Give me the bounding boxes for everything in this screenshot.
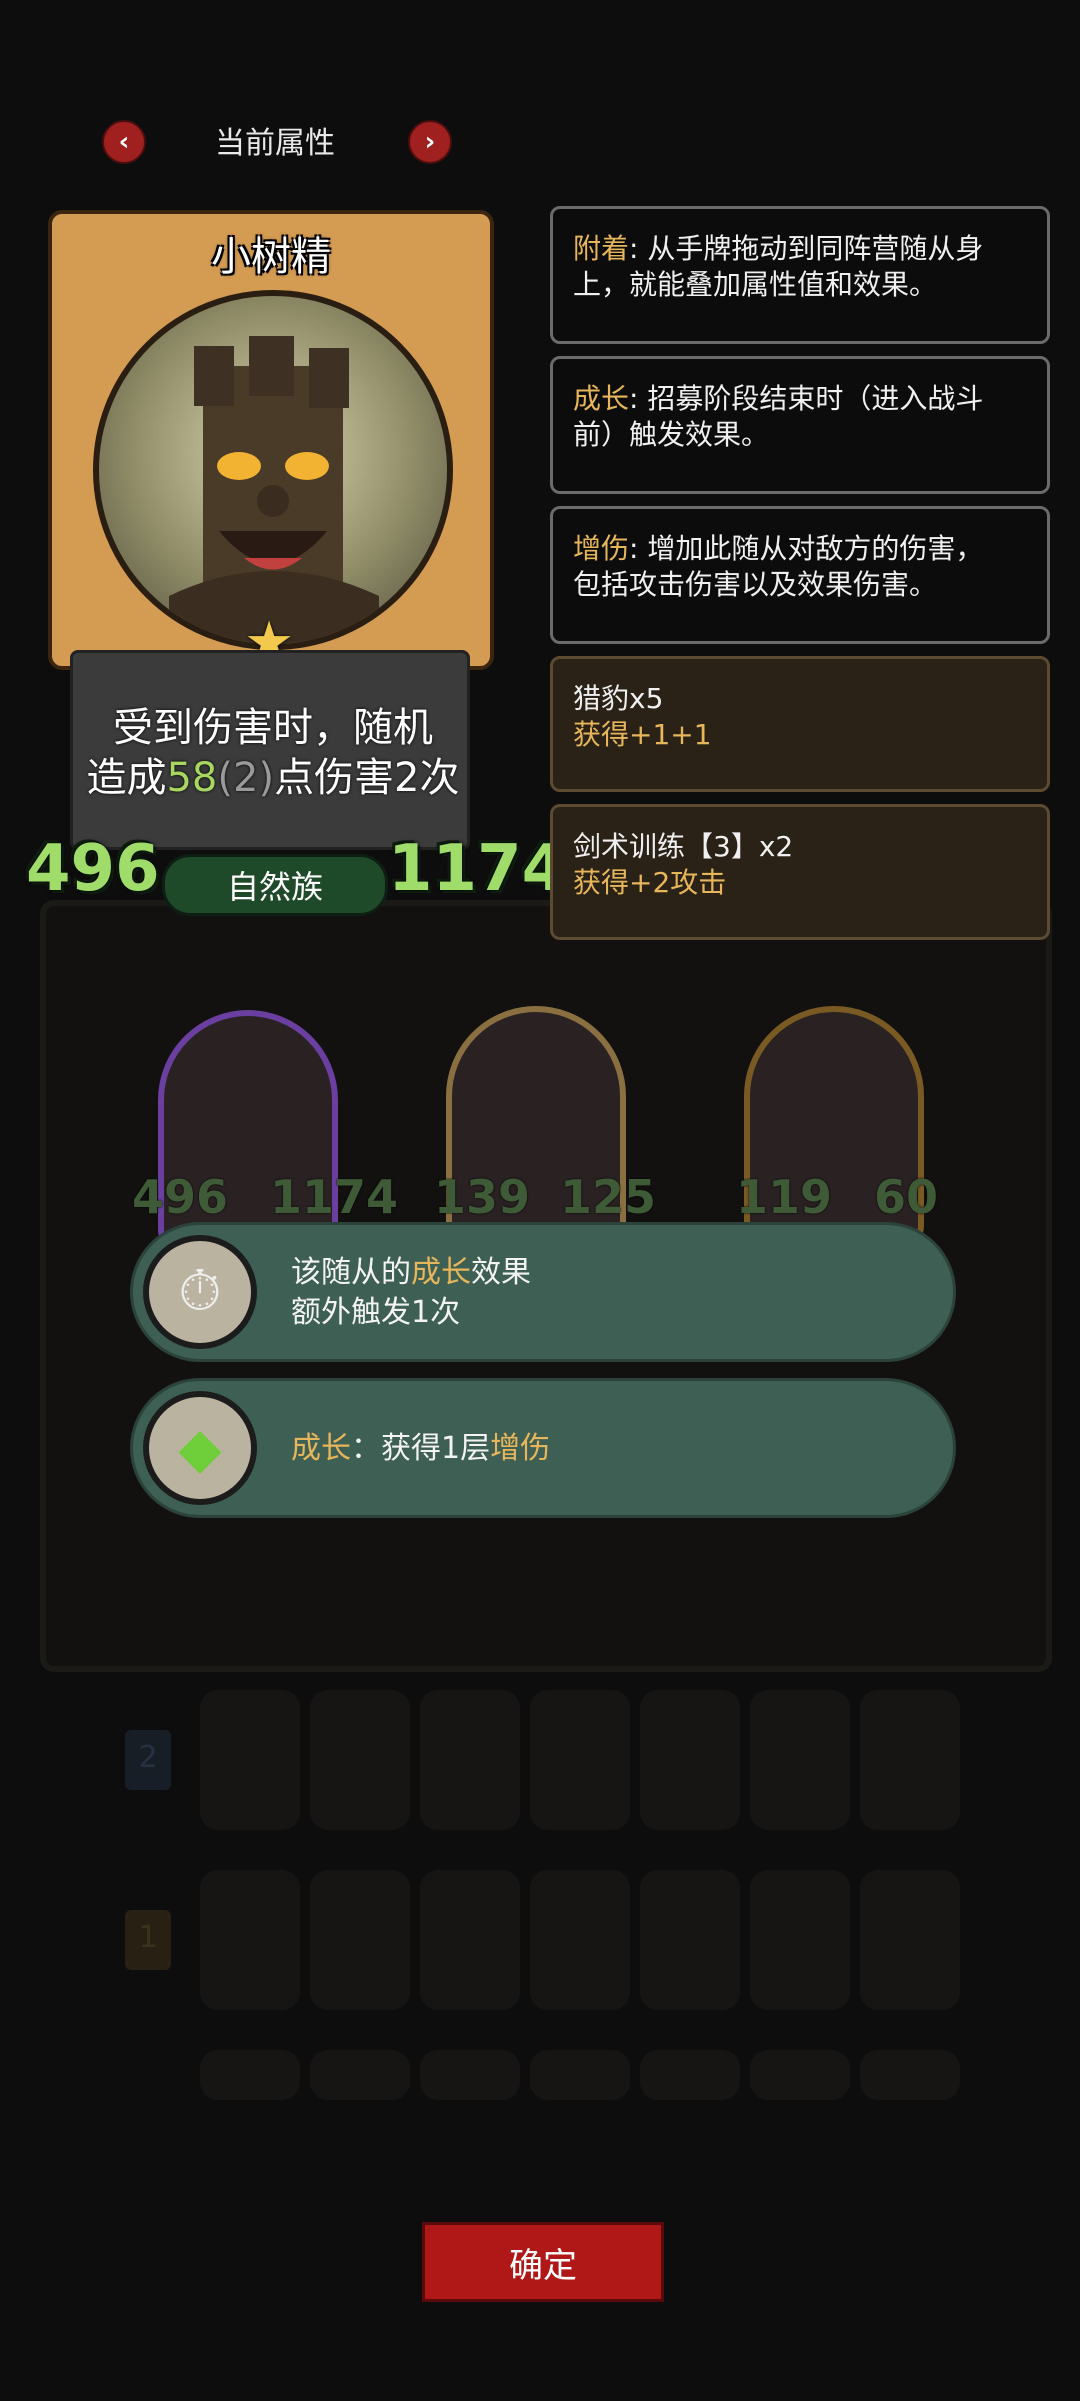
minion-card: 小树精 ★ 受到伤害时，随机 造成58(2)点伤害2次: [48, 210, 494, 910]
board-minion-1-attack: 496: [132, 1170, 229, 1224]
card-name: 小树精: [211, 234, 331, 280]
tier-tag-2: 2: [138, 1740, 158, 1775]
confirm-label: 确定: [509, 2245, 577, 2286]
popup-1-text: 该随从的成长效果 额外触发1次: [291, 1255, 531, 1330]
buff-panel-sword-training: 剑术训练【3】x2 获得+2攻击: [550, 804, 1050, 940]
green-crystal-icon: ◆: [143, 1391, 257, 1505]
board-minion-3-health: 60: [874, 1170, 939, 1224]
next-button[interactable]: ›: [408, 120, 452, 164]
prev-button[interactable]: ‹: [102, 120, 146, 164]
chevron-left-icon: ‹: [118, 127, 130, 157]
tribe-badge: 自然族: [162, 854, 388, 916]
confirm-button[interactable]: 确定: [422, 2222, 664, 2302]
keyword-panel-attach: 附着: 从手牌拖动到同阵营随从身 上，就能叠加属性值和效果。: [550, 206, 1050, 344]
board-minion-2-health: 125: [560, 1170, 657, 1224]
board-minion-3-attack: 119: [736, 1170, 833, 1224]
treant-portrait: [93, 290, 453, 650]
damage-value: 58: [166, 755, 218, 801]
tier-tag-1: 1: [138, 1920, 158, 1955]
buff-panel-cheetah: 猎豹x5 获得+1+1: [550, 656, 1050, 792]
chevron-right-icon: ›: [424, 127, 436, 157]
background-shop-rows: 2 1: [95, 1660, 985, 2110]
page-title: 当前属性: [215, 126, 335, 161]
attack-stat: 496: [26, 832, 160, 906]
board-minion-1-health: 1174: [270, 1170, 399, 1224]
treant-face-icon: [169, 336, 379, 644]
keyword-panel-damage-boost: 增伤: 增加此随从对敌方的伤害， 包括攻击伤害以及效果伤害。: [550, 506, 1050, 644]
stopwatch-icon: ⏱: [143, 1235, 257, 1349]
keyword-panel-growth: 成长: 招募阶段结束时（进入战斗 前）触发效果。: [550, 356, 1050, 494]
health-stat: 1174: [388, 832, 567, 906]
effect-popup-growth-damage: ◆ 成长：获得1层增伤: [130, 1378, 956, 1518]
desc-line-2: 造成58(2)点伤害2次: [86, 755, 460, 801]
popup-2-text: 成长：获得1层增伤: [291, 1431, 551, 1466]
board-minion-2-attack: 139: [434, 1170, 531, 1224]
effect-popup-growth-trigger: ⏱ 该随从的成长效果 额外触发1次: [130, 1222, 956, 1362]
card-description: 受到伤害时，随机 造成58(2)点伤害2次: [70, 650, 470, 850]
damage-bonus: (2): [217, 755, 275, 801]
